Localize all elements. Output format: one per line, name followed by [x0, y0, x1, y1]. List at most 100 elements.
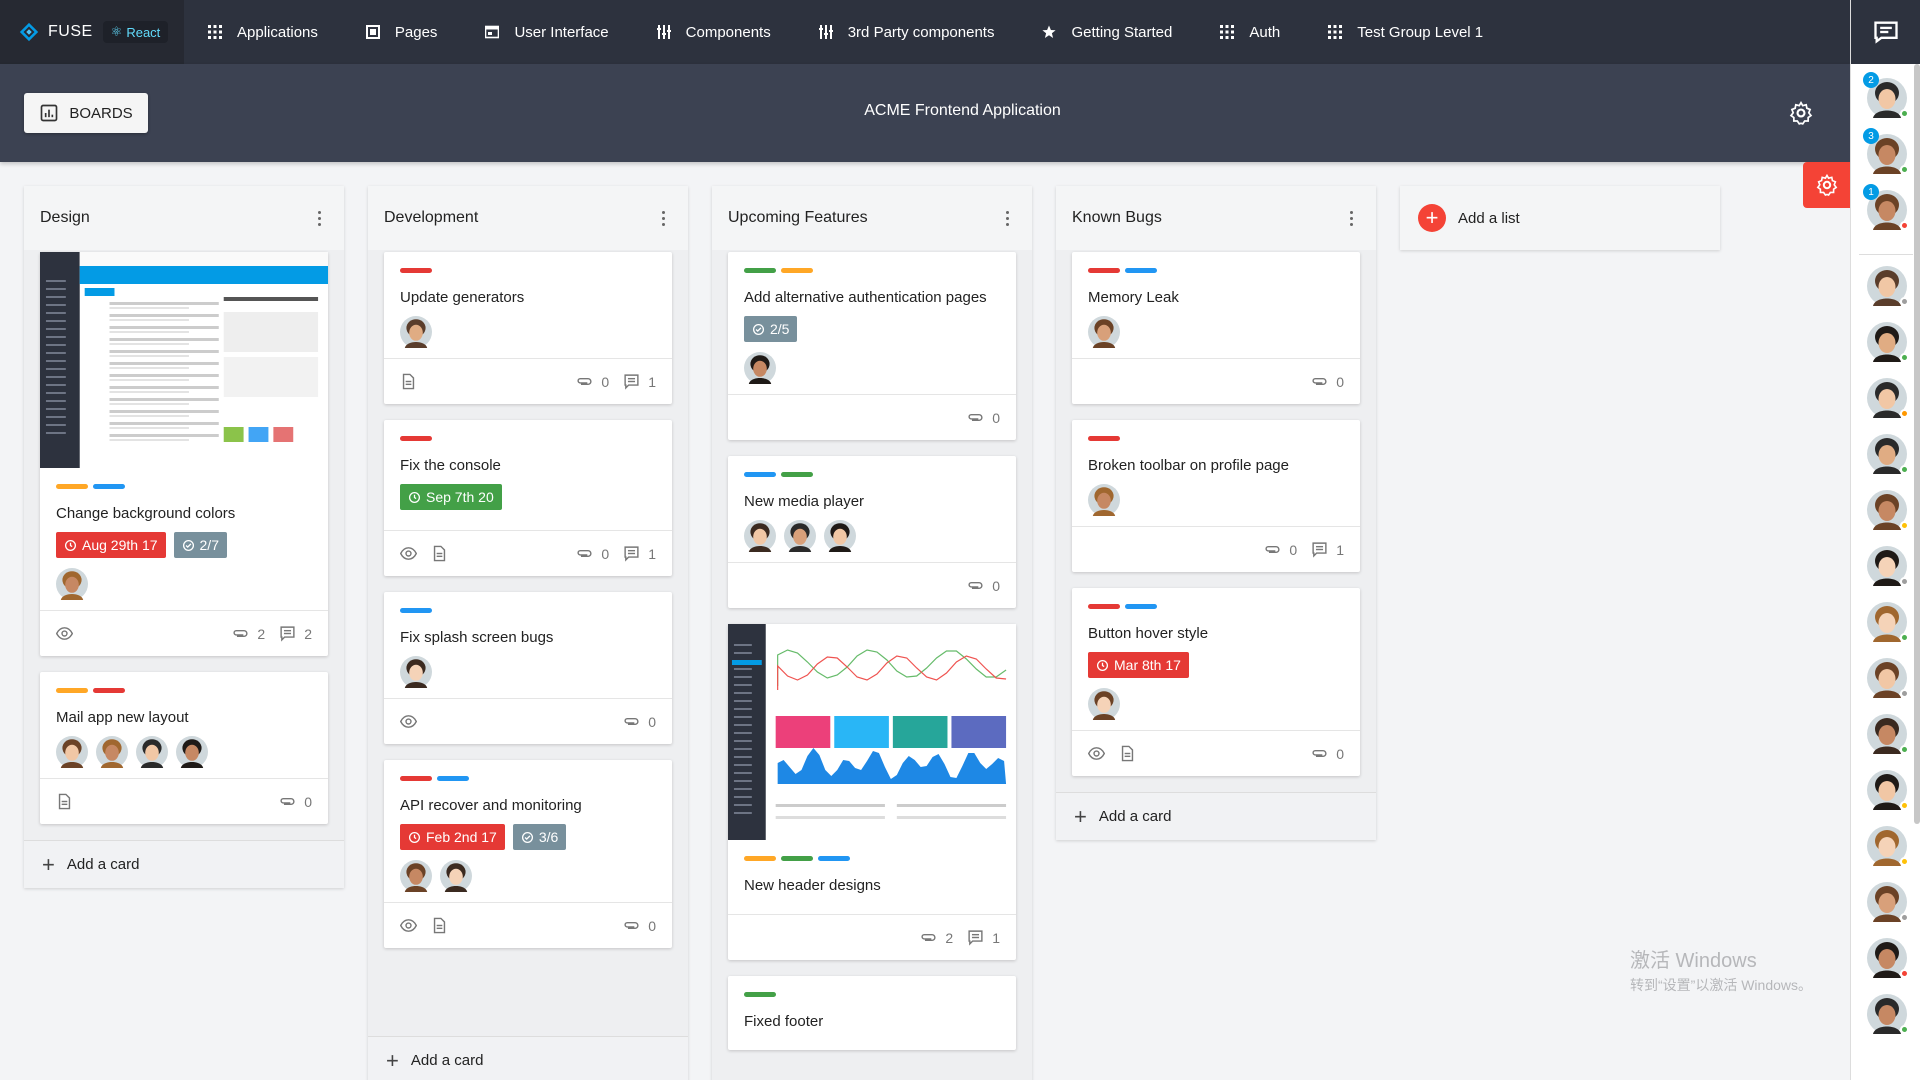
list-design: Design Change background colors Aug 29th 1…	[24, 186, 344, 888]
nav-item-label: Components	[685, 23, 771, 41]
nav-item-3rd-party-components[interactable]: 3rd Party components	[795, 0, 1019, 64]
avatar	[824, 520, 856, 552]
due-date: Feb 2nd 17	[426, 829, 497, 845]
card-labels	[56, 688, 312, 693]
attachment-count: 0	[304, 793, 312, 810]
nav-item-label: Pages	[394, 23, 438, 41]
attachment-count: 0	[648, 917, 656, 934]
status-dot	[1900, 577, 1909, 586]
board-settings-icon[interactable]	[1788, 100, 1814, 126]
card[interactable]: Fixed footer	[728, 976, 1016, 1050]
description-icon	[402, 373, 415, 390]
contact-avatar[interactable]	[1867, 490, 1909, 530]
contact-avatar[interactable]	[1867, 994, 1909, 1034]
card-footer: 0	[1072, 358, 1360, 404]
list-header[interactable]: Known Bugs	[1056, 186, 1376, 250]
sidebar-scrollbar[interactable]	[1914, 64, 1920, 824]
add-card-button[interactable]: + Add a card	[368, 1036, 688, 1080]
card-members	[400, 316, 656, 348]
contact-avatar[interactable]: 1	[1863, 184, 1909, 230]
add-list-label: Add a list	[1458, 209, 1520, 227]
contact-avatar[interactable]	[1867, 826, 1909, 866]
nav-item-test-group-level-1[interactable]: Test Group Level 1	[1304, 0, 1507, 64]
contacts-divider	[1859, 254, 1913, 255]
card[interactable]: New header designs 2 1	[728, 624, 1016, 960]
card[interactable]: Add alternative authentication pages 2/5 0	[728, 252, 1016, 440]
due-date-badge: Sep 7th 20	[400, 484, 502, 510]
due-date: Aug 29th 17	[82, 537, 158, 553]
theme-settings-button[interactable]	[1803, 162, 1850, 208]
logo-area[interactable]: FUSE ⚛ React	[0, 0, 184, 64]
add-card-button[interactable]: + Add a card	[1056, 792, 1376, 840]
card[interactable]: Change background colors Aug 29th 17 2/7 2 2	[40, 252, 328, 656]
attachment-count: 0	[1289, 541, 1298, 558]
contact-avatar[interactable]	[1867, 770, 1909, 810]
description-icon	[1121, 745, 1134, 762]
card[interactable]: Fix the console Sep 7th 20 0 1	[384, 420, 672, 576]
contact-avatar[interactable]	[1867, 714, 1909, 754]
list-header[interactable]: Upcoming Features	[712, 186, 1032, 250]
react-badge: ⚛ React	[102, 21, 169, 43]
list-header[interactable]: Design	[24, 186, 344, 250]
card-title: Fix the console	[400, 457, 501, 474]
card-labels	[744, 856, 1000, 861]
due-date-badge: Aug 29th 17	[56, 532, 166, 558]
contact-avatar[interactable]	[1867, 882, 1909, 922]
list-header[interactable]: Development	[368, 186, 688, 250]
attachments-stat: 0	[1311, 373, 1344, 390]
comment-count: 1	[648, 373, 656, 390]
contact-avatar[interactable]	[1867, 546, 1909, 586]
eye-icon	[400, 547, 417, 560]
attachments-stat: 0	[576, 545, 609, 562]
card[interactable]: Broken toolbar on profile page 0 1	[1072, 420, 1360, 572]
more-vert-icon[interactable]	[998, 209, 1016, 227]
card[interactable]: Mail app new layout 0	[40, 672, 328, 824]
card[interactable]: API recover and monitoring Feb 2nd 17 3/6 0	[384, 760, 672, 948]
nav-item-applications[interactable]: Applications	[184, 0, 342, 64]
add-list-button[interactable]: + Add a list	[1400, 186, 1720, 250]
avatar	[56, 568, 88, 600]
contact-avatar[interactable]	[1867, 378, 1909, 418]
nav-item-pages[interactable]: Pages	[342, 0, 462, 64]
contact-avatar[interactable]	[1867, 266, 1909, 306]
card-footer: 01	[384, 358, 672, 404]
nav-item-components[interactable]: Components	[633, 0, 795, 64]
status-dot	[1900, 633, 1909, 642]
attachment-icon	[624, 717, 639, 726]
contact-avatar[interactable]	[1867, 602, 1909, 642]
more-vert-icon[interactable]	[1342, 209, 1360, 227]
more-vert-icon[interactable]	[654, 209, 672, 227]
avatar	[1088, 316, 1120, 348]
card[interactable]: Memory Leak 0	[1072, 252, 1360, 404]
add-card-button[interactable]: + Add a card	[24, 840, 344, 888]
contact-avatar[interactable]	[1867, 938, 1909, 978]
nav-item-label: Test Group Level 1	[1357, 23, 1484, 41]
contact-avatar[interactable]	[1867, 322, 1909, 362]
checklist-icon	[521, 831, 533, 843]
nav-item-label: 3rd Party components	[847, 23, 995, 41]
card[interactable]: New media player 0	[728, 456, 1016, 608]
more-vert-icon[interactable]	[310, 209, 328, 227]
contact-avatar[interactable]	[1867, 434, 1909, 474]
card[interactable]: Update generators 0 1	[384, 252, 672, 404]
unread-badge: 1	[1863, 184, 1879, 200]
status-dot	[1900, 165, 1909, 174]
react-icon: ⚛	[110, 24, 123, 39]
card[interactable]: Button hover style Mar 8th 17 0	[1072, 588, 1360, 776]
contact-avatar[interactable]: 3	[1863, 128, 1909, 174]
card-title: Add alternative authentication pages	[744, 289, 987, 306]
eye-icon	[1088, 747, 1105, 760]
attachment-icon	[577, 549, 592, 558]
card[interactable]: Fix splash screen bugs 0	[384, 592, 672, 744]
card-footer: 21	[728, 914, 1016, 960]
nav-item-auth[interactable]: Auth	[1196, 0, 1304, 64]
nav-item-getting-started[interactable]: Getting Started	[1018, 0, 1196, 64]
card-members	[1088, 316, 1344, 348]
contact-avatar[interactable]: 2	[1863, 72, 1909, 118]
add-card-label: Add a card	[410, 1052, 484, 1069]
chat-toggle[interactable]	[1851, 0, 1920, 64]
contact-avatar[interactable]	[1867, 658, 1909, 698]
nav-item-user-interface[interactable]: User Interface	[461, 0, 632, 64]
attachment-count: 0	[648, 713, 656, 730]
card-title: Button hover style	[1088, 625, 1209, 642]
